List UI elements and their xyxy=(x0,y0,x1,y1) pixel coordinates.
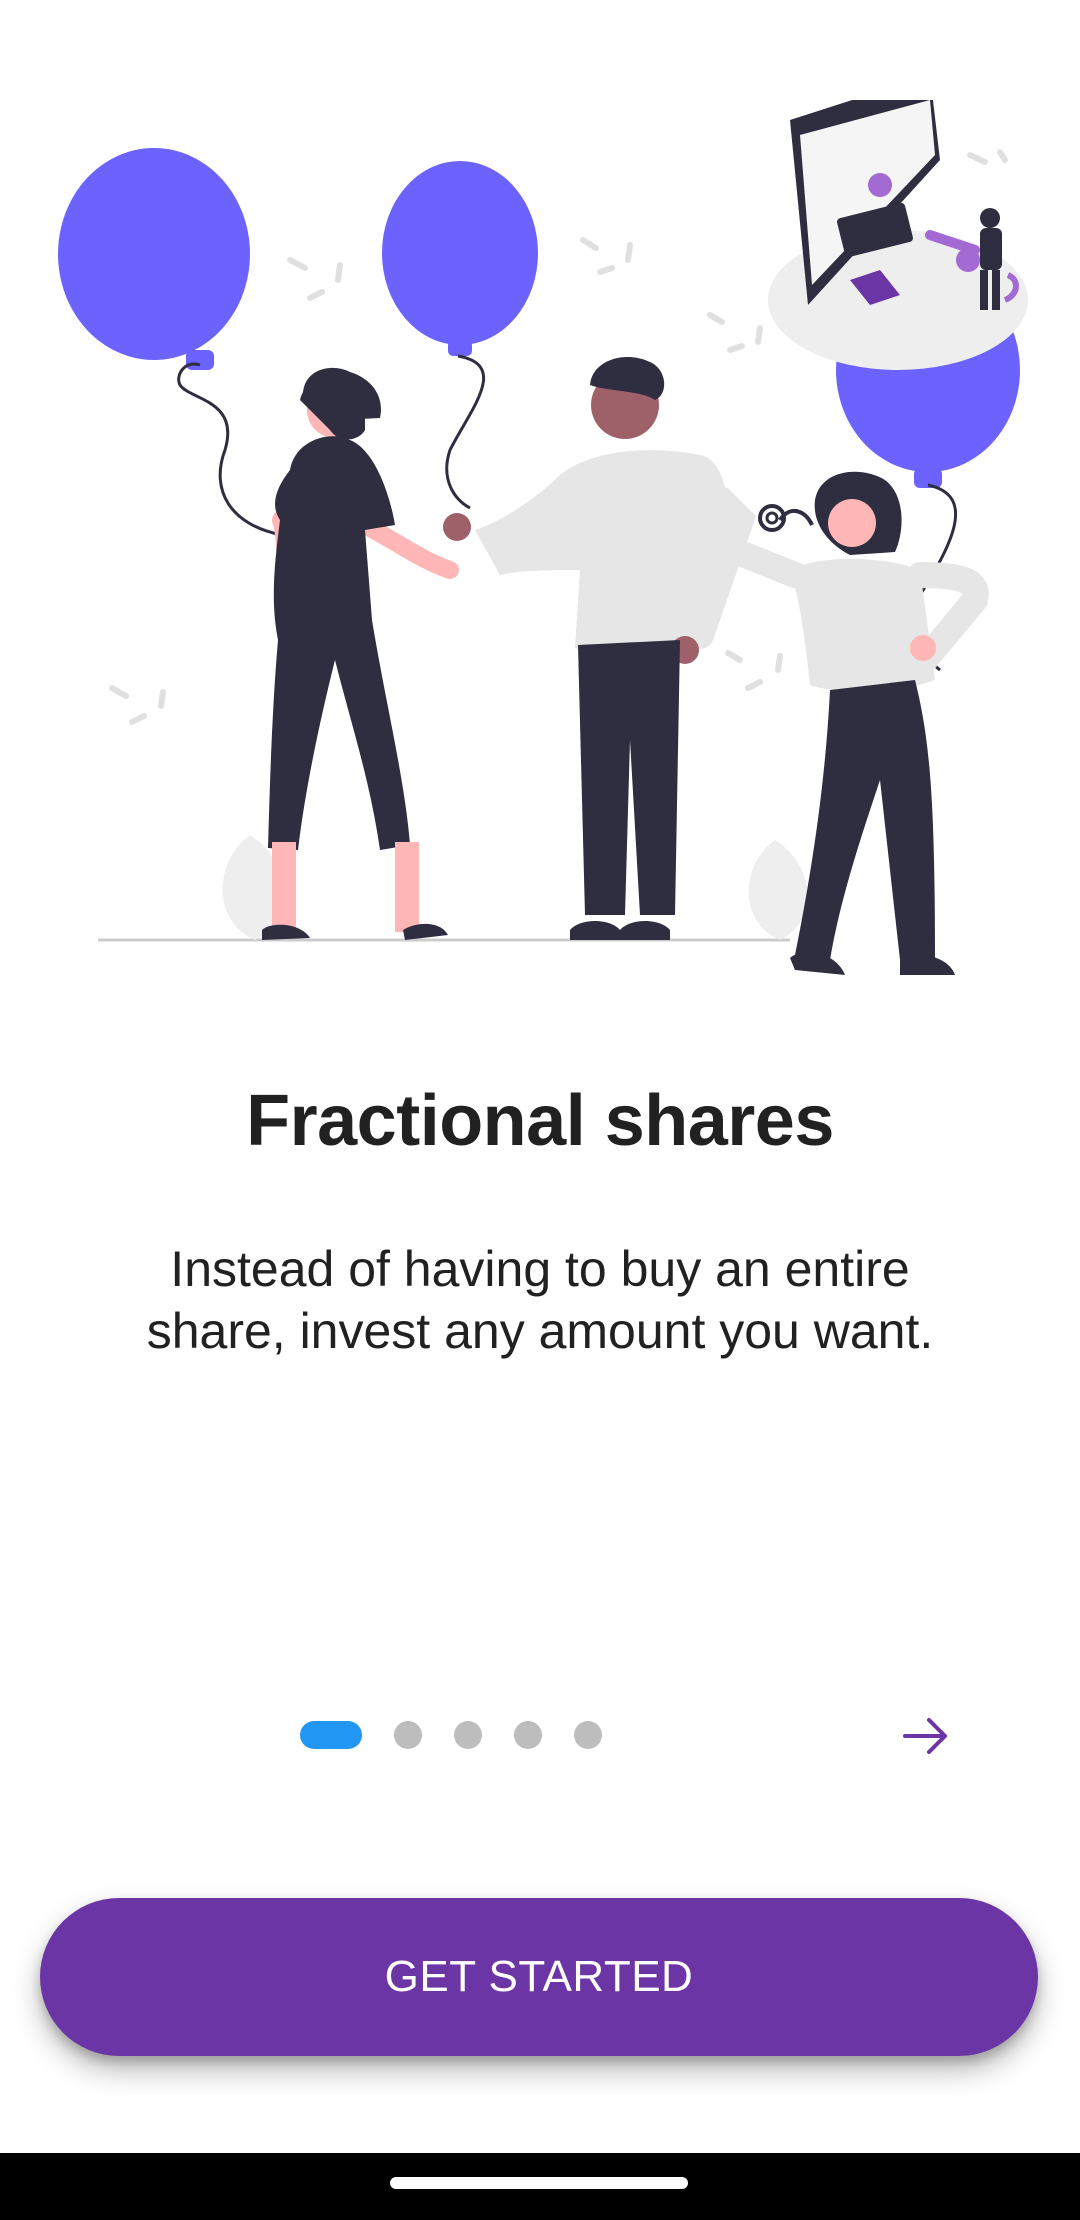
page-title: Fractional shares xyxy=(246,1081,834,1161)
page-indicator-dot-1[interactable] xyxy=(300,1721,362,1749)
login-inset-illustration xyxy=(768,100,1028,370)
page-indicator-dot-4[interactable] xyxy=(514,1721,542,1749)
person-man-middle xyxy=(443,356,757,940)
page-indicator xyxy=(300,1720,602,1750)
balloon-left xyxy=(58,148,283,537)
get-started-button[interactable]: GET STARTED xyxy=(40,1898,1038,2056)
balloon-middle xyxy=(382,161,538,510)
leaves xyxy=(222,835,808,940)
page-indicator-dot-3[interactable] xyxy=(454,1721,482,1749)
system-navigation-bar xyxy=(0,2153,1080,2220)
person-woman-left xyxy=(262,367,459,940)
onboarding-illustration xyxy=(0,100,1080,1020)
page-indicator-dot-5[interactable] xyxy=(574,1721,602,1749)
page-indicator-dot-2[interactable] xyxy=(394,1721,422,1749)
home-gesture-pill[interactable] xyxy=(390,2177,688,2189)
arrow-right-icon xyxy=(903,1718,947,1754)
next-page-button[interactable] xyxy=(896,1706,956,1766)
page-description: Instead of having to buy an entire share… xyxy=(146,1241,934,1359)
